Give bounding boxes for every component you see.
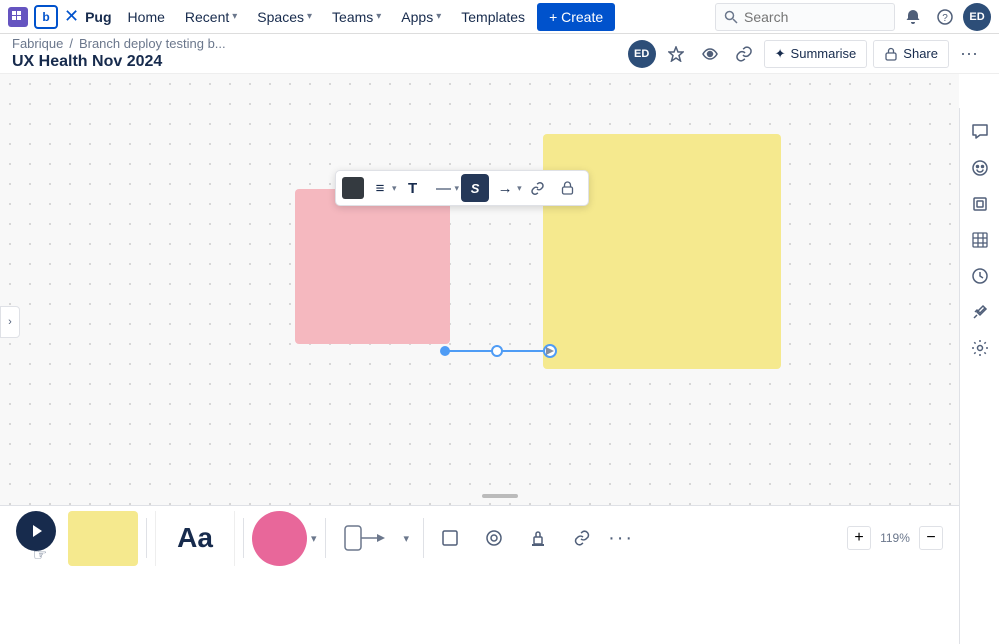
notifications-icon[interactable] [899, 3, 927, 31]
create-button[interactable]: + Create [537, 3, 615, 31]
nav-templates[interactable]: Templates [453, 0, 533, 34]
toolbar-divider-3 [325, 518, 326, 558]
stamp-tool[interactable] [520, 520, 556, 556]
toolbar-divider-2 [243, 518, 244, 558]
text-button[interactable]: T [399, 174, 427, 202]
hand-cursor-icon: ☞ [33, 545, 47, 565]
search-box[interactable] [715, 3, 895, 31]
more-tools-button[interactable]: ··· [608, 527, 634, 550]
table-icon[interactable] [964, 224, 996, 256]
shape-preview[interactable] [252, 511, 307, 566]
shape-tool-group: ▾ [252, 511, 317, 566]
page-header: Fabrique / Branch deploy testing b... UX… [0, 34, 999, 74]
panel-toggle[interactable]: › [0, 306, 20, 338]
help-icon[interactable]: ? [931, 3, 959, 31]
connector-line[interactable] [440, 339, 560, 363]
settings-icon[interactable] [964, 332, 996, 364]
shape-dropdown-arrow[interactable]: ▾ [311, 532, 317, 545]
search-input[interactable] [744, 9, 864, 25]
connector-dropdown-arrow[interactable]: ▾ [404, 532, 410, 545]
history-icon[interactable] [964, 260, 996, 292]
brand-logo-b[interactable]: b [34, 5, 58, 29]
svg-text:?: ? [942, 13, 948, 24]
nav-home[interactable]: Home [120, 0, 173, 34]
scroll-indicator [482, 494, 518, 498]
connector-handle-left[interactable] [440, 346, 450, 356]
frame-tool[interactable] [432, 520, 468, 556]
style-button[interactable]: S [461, 174, 489, 202]
apps-grid-icon[interactable] [8, 7, 28, 27]
sticky-note-preview[interactable] [68, 511, 138, 566]
reactions-icon[interactable] [964, 152, 996, 184]
link-button[interactable] [524, 174, 552, 202]
breadcrumb-separator: / [69, 36, 73, 51]
breadcrumb-page[interactable]: Branch deploy testing b... [79, 36, 226, 51]
connector-handle-mid[interactable] [492, 346, 502, 356]
user-avatar[interactable]: ED [963, 3, 991, 31]
color-swatch-button[interactable] [342, 177, 364, 199]
pink-shape[interactable] [295, 189, 450, 344]
nav-teams[interactable]: Teams▾ [324, 0, 389, 34]
comments-icon[interactable] [964, 116, 996, 148]
page-header-right: ED ✦ Summarise Share ··· [628, 40, 983, 68]
page-header-left: Fabrique / Branch deploy testing b... UX… [12, 36, 226, 71]
canvas[interactable]: ≡ ▾ T — ▾ S → ▾ [0, 74, 959, 570]
breadcrumb: Fabrique / Branch deploy testing b... [12, 36, 226, 51]
summarise-button[interactable]: ✦ Summarise [764, 40, 868, 68]
page-title: UX Health Nov 2024 [12, 53, 226, 71]
nav-logo-group: b ✕ Pug [8, 5, 112, 29]
zoom-level-label: 119% [877, 531, 913, 545]
nav-apps[interactable]: Apps▾ [393, 0, 449, 34]
lock-icon [884, 47, 898, 61]
breadcrumb-root[interactable]: Fabrique [12, 36, 63, 51]
nav-recent[interactable]: Recent▾ [177, 0, 245, 34]
play-hand-group: ☞ [16, 511, 56, 565]
right-sidebar [959, 108, 999, 644]
connector-preview[interactable] [340, 518, 400, 558]
nav-spaces[interactable]: Spaces▾ [249, 0, 320, 34]
frames-icon[interactable] [964, 188, 996, 220]
text-tool-preview[interactable]: Aa [155, 511, 235, 566]
link-tool[interactable] [564, 520, 600, 556]
smart-link-tool[interactable] [476, 520, 512, 556]
copy-link-icon[interactable] [730, 40, 758, 68]
lock-toolbar-button[interactable] [554, 174, 582, 202]
top-navigation: b ✕ Pug Home Recent▾ Spaces▾ Teams▾ Apps… [0, 0, 999, 34]
watch-icon[interactable] [696, 40, 724, 68]
smart-links-icon[interactable] [964, 296, 996, 328]
bottom-toolbar: ☞ Aa ▾ ▾ ··· + 119% − [0, 505, 959, 570]
more-options-icon[interactable]: ··· [955, 40, 983, 68]
zoom-controls: + 119% − [847, 526, 943, 550]
arrow-button-group[interactable]: → ▾ [491, 174, 522, 202]
toolbar-divider-1 [146, 518, 147, 558]
zoom-out-button[interactable]: − [919, 526, 943, 550]
summarise-icon: ✦ [775, 46, 786, 62]
star-icon[interactable] [662, 40, 690, 68]
zoom-in-button[interactable]: + [847, 526, 871, 550]
connector-toolbar: ≡ ▾ T — ▾ S → ▾ [335, 170, 589, 206]
toolbar-divider-4 [423, 518, 424, 558]
search-icon [724, 10, 738, 24]
connector-tool-group: ▾ [334, 518, 416, 558]
brand-x: ✕ [64, 6, 79, 27]
dash-button-group[interactable]: — ▾ [429, 174, 460, 202]
brand-pug[interactable]: Pug [85, 9, 111, 25]
share-button[interactable]: Share [873, 40, 949, 68]
align-button-group[interactable]: ≡ ▾ [366, 174, 397, 202]
collaborator-avatar[interactable]: ED [628, 40, 656, 68]
